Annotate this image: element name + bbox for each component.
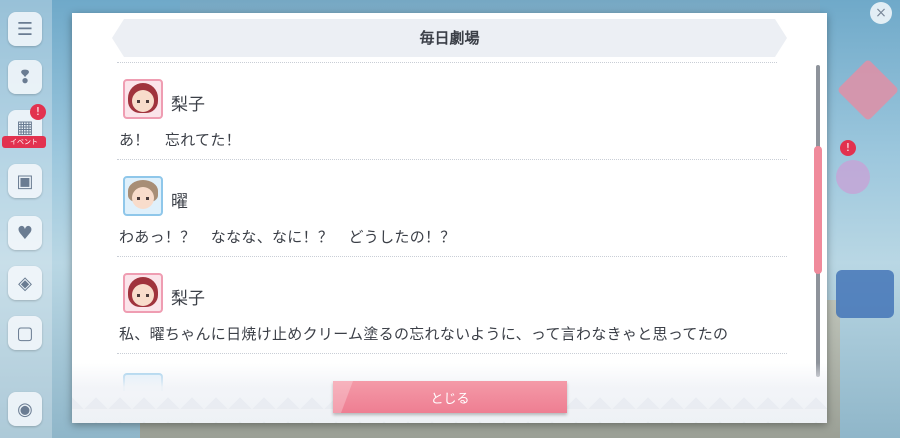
scrollbar-thumb[interactable]: [814, 146, 822, 274]
entry-divider: [117, 353, 787, 354]
dialog-title: 毎日劇場: [419, 29, 480, 47]
profile-icon[interactable]: ◉: [8, 392, 42, 426]
close-button-label: とじる: [430, 391, 470, 407]
close-icon[interactable]: ×: [870, 2, 892, 24]
right-panel: × !: [826, 0, 900, 438]
live-button[interactable]: [836, 270, 894, 318]
side-menu: ☰ ❢ ▦ ! イベント ▣ ♥ ◈ ▢ ◉: [0, 0, 52, 438]
dialogue-entry: 曜 わあっ！？ ななな、なに！？ どうしたの！？: [117, 160, 787, 257]
button-stripe: [333, 381, 353, 413]
event-notification-badge: !: [30, 104, 46, 120]
dialogue-entry: 梨子 あ！ 忘れてた！: [117, 63, 787, 160]
close-button[interactable]: とじる: [333, 381, 567, 413]
riko-avatar: [123, 79, 163, 119]
dialogue-line: あ！ 忘れてた！: [119, 131, 241, 149]
present-icon[interactable]: [836, 58, 900, 122]
dialogue-line: 私、曜ちゃんに日焼け止めクリーム塗るの忘れないように、って言わなきゃと思ってたの: [119, 325, 729, 343]
heart-icon[interactable]: ♥: [8, 216, 42, 250]
speaker-name: 梨子: [171, 289, 205, 309]
bag-icon[interactable]: ◈: [8, 266, 42, 300]
dialogue-entry: 梨子 私、曜ちゃんに日焼け止めクリーム塗るの忘れないように、って言わなきゃと思っ…: [117, 257, 787, 354]
dialogue-scroll-area[interactable]: 梨子 あ！ 忘れてた！ 曜 わあっ！？ ななな、なに！？ どうしたの！？ 梨子 …: [117, 63, 787, 391]
riko-avatar: [123, 273, 163, 313]
menu-icon[interactable]: ☰: [8, 12, 42, 46]
event-tag: イベント: [2, 136, 46, 148]
bond-icon[interactable]: [836, 160, 870, 194]
speaker-name: 曜: [171, 192, 188, 212]
title-bar: 毎日劇場: [112, 19, 787, 57]
right-notification-badge: !: [840, 140, 856, 156]
dialogue-line: わあっ！？ ななな、なに！？ どうしたの！？: [119, 228, 456, 246]
gift-icon[interactable]: ▣: [8, 164, 42, 198]
you-avatar: [123, 176, 163, 216]
speaker-name: 梨子: [171, 95, 205, 115]
daily-theater-dialog: 毎日劇場 梨子 あ！ 忘れてた！ 曜 わあっ！？ ななな、なに！？ どうしたの！…: [72, 13, 827, 423]
chat-icon[interactable]: ❢: [8, 60, 42, 94]
frame-icon[interactable]: ▢: [8, 316, 42, 350]
